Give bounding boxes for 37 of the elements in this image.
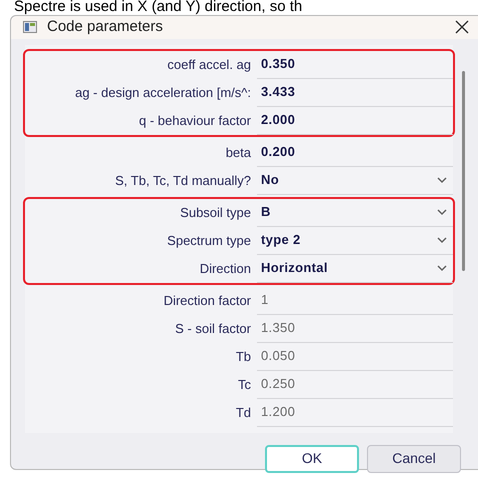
input-field[interactable]: 0.200 — [257, 138, 453, 166]
dropdown-field[interactable]: Horizontal — [257, 254, 453, 282]
input-field[interactable]: 2.000 — [257, 106, 453, 134]
chevron-down-icon — [437, 208, 447, 216]
field-label: Spectrum type — [166, 232, 252, 250]
window-title: Code parameters — [47, 17, 164, 37]
field-label: coeff accel. ag — [166, 56, 252, 74]
chevron-down-icon — [437, 264, 447, 272]
dropdown-field[interactable]: No — [257, 166, 453, 194]
field-label: Td — [234, 404, 252, 422]
field-label: Tb — [234, 348, 252, 366]
field-label: S, Tb, Tc, Td manually? — [114, 172, 252, 190]
field-label: Subsoil type — [179, 204, 252, 222]
input-field[interactable]: 0.050 — [257, 342, 453, 370]
dropdown-field[interactable]: type 2 — [257, 226, 453, 254]
cancel-button[interactable]: Cancel — [367, 444, 461, 472]
field-label: Tc — [237, 376, 252, 394]
input-field[interactable]: 0.250 — [257, 370, 453, 398]
ok-button[interactable]: OK — [265, 444, 359, 472]
chevron-down-icon — [437, 236, 447, 244]
field-label: Direction factor — [162, 292, 252, 310]
input-field[interactable]: 3.433 — [257, 78, 453, 106]
input-field[interactable]: 1 — [257, 286, 453, 314]
field-label: S - soil factor — [174, 320, 252, 338]
scrollbar-thumb[interactable] — [462, 70, 464, 270]
window-icon — [23, 21, 37, 34]
input-field[interactable]: 0.350 — [257, 50, 453, 78]
close-icon[interactable] — [455, 20, 469, 34]
dropdown-field[interactable]: B — [257, 198, 453, 226]
chevron-down-icon — [437, 176, 447, 184]
field-label: ag - design acceleration [m/s^: — [74, 84, 252, 102]
background-text: Spectre is used in X (and Y) direction, so th — [13, 0, 304, 14]
input-field[interactable]: 1.350 — [257, 314, 453, 342]
field-label: Direction — [198, 260, 252, 278]
input-field[interactable]: 1.200 — [257, 398, 453, 426]
field-label: q - behaviour factor — [138, 112, 252, 130]
field-label: beta — [224, 144, 252, 162]
